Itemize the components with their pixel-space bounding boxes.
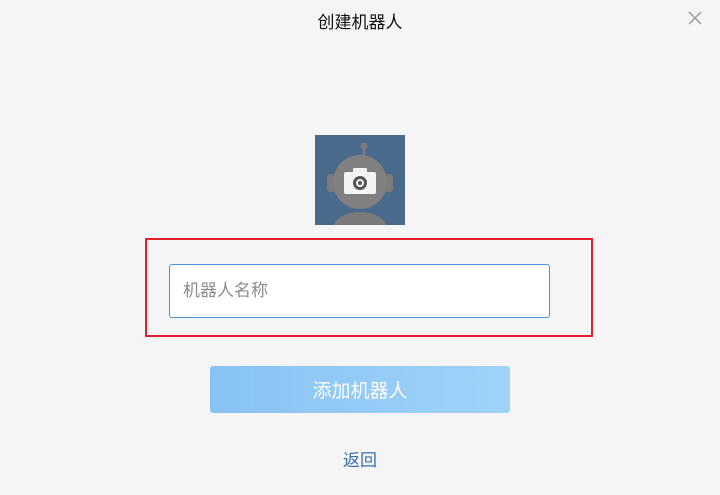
close-button[interactable] — [686, 9, 704, 27]
back-link-container: 返回 — [0, 449, 720, 473]
robot-avatar-upload[interactable] — [315, 135, 405, 225]
create-robot-dialog: 创建机器人 添加机器人 返回 — [0, 0, 720, 495]
back-link[interactable]: 返回 — [343, 451, 377, 471]
close-icon — [688, 11, 702, 25]
robot-avatar-camera-icon — [315, 135, 405, 225]
robot-name-input[interactable] — [169, 264, 550, 318]
add-robot-button[interactable]: 添加机器人 — [210, 366, 510, 413]
dialog-title: 创建机器人 — [317, 13, 403, 33]
